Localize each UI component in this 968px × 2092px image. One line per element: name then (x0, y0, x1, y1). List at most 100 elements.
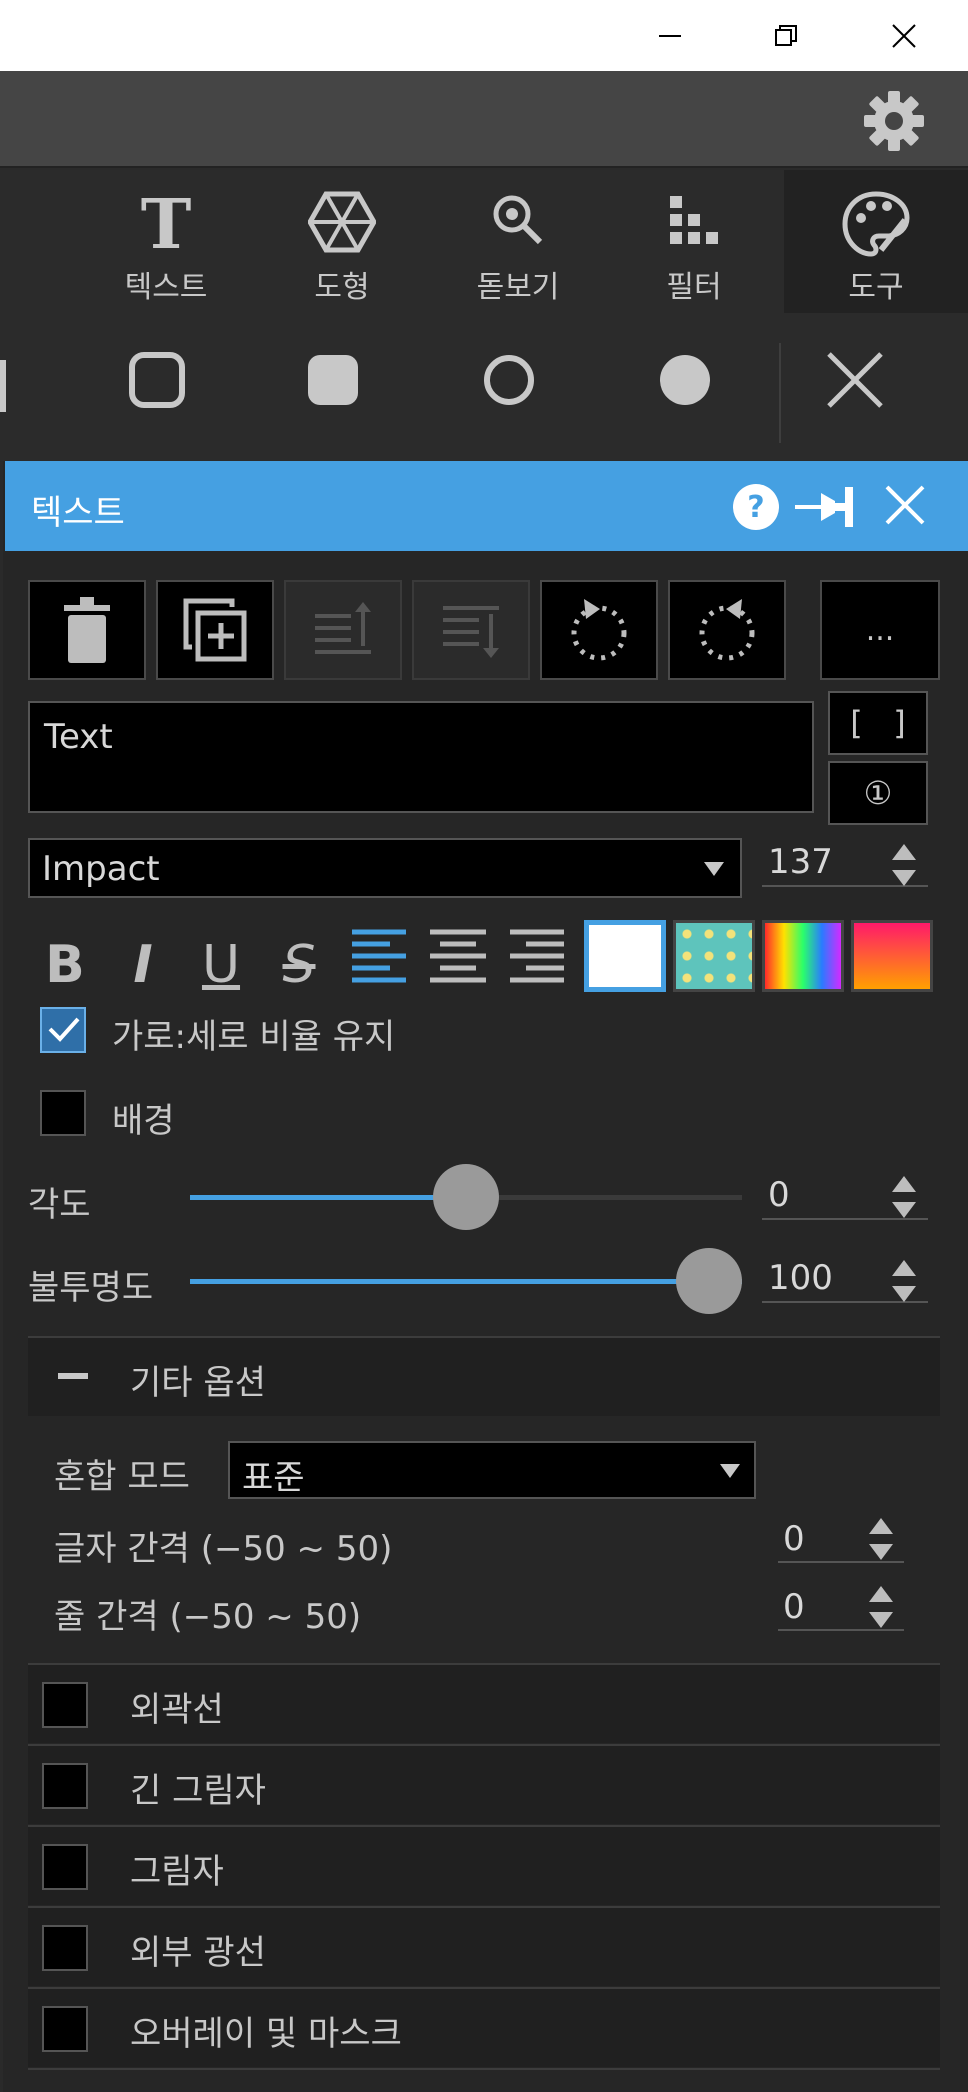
send-backward-button[interactable] (412, 580, 530, 680)
shadow-checkbox[interactable] (42, 1844, 88, 1890)
trash-icon (64, 597, 110, 663)
solid-color-swatch[interactable] (584, 920, 666, 992)
angle-value[interactable]: 0 (768, 1175, 790, 1215)
bold-button[interactable]: B (30, 930, 100, 1000)
other-options-label: 기타 옵션 (130, 1363, 266, 1403)
close-window-button[interactable] (845, 0, 963, 71)
collapse-icon (58, 1373, 88, 1379)
close-shapes-button[interactable] (815, 340, 895, 420)
font-select-value: Impact (42, 849, 160, 889)
rounded-rect-outline-button[interactable] (117, 340, 197, 420)
letter-spacing-stepper-icon[interactable] (866, 1514, 896, 1564)
line-spacing-label: 줄 간격 (−50 ~ 50) (54, 1597, 362, 1637)
other-options-header[interactable]: 기타 옵션 (28, 1336, 940, 1416)
align-center-icon[interactable] (428, 928, 488, 984)
align-right-icon[interactable] (506, 928, 566, 984)
app-window: 지 T 텍스트 도형 돋보기 필터 도구 텍스트 ? (0, 0, 968, 2092)
svg-text:?: ? (747, 490, 764, 525)
long-shadow-checkbox[interactable] (42, 1763, 88, 1809)
opacity-slider-thumb[interactable] (676, 1248, 742, 1314)
minimize-icon (659, 34, 681, 37)
duplicate-icon (183, 598, 247, 662)
tool-palette[interactable]: 도구 (784, 170, 968, 313)
effect-label: 외부 광선 (130, 1933, 266, 1973)
background-checkbox[interactable] (40, 1090, 86, 1136)
text-input-value: Text (44, 717, 113, 757)
letter-spacing-value[interactable]: 0 (783, 1519, 805, 1559)
background-label: 배경 (112, 1101, 175, 1141)
tool-label: 텍스트 (124, 270, 208, 305)
effect-label: 외곽선 (130, 1690, 224, 1730)
tool-label: 도구 (848, 270, 904, 305)
duplicate-button[interactable] (156, 580, 274, 680)
opacity-stepper-icon[interactable] (889, 1256, 919, 1306)
blend-mode-select[interactable]: 표준 (228, 1441, 756, 1499)
gear-icon[interactable] (862, 89, 926, 153)
font-size-value[interactable]: 137 (768, 842, 833, 882)
effect-label: 긴 그림자 (130, 1771, 266, 1811)
keep-ratio-checkbox[interactable] (40, 1007, 86, 1053)
rounded-rect-filled-button[interactable] (293, 340, 373, 420)
effect-row-shadow[interactable]: 그림자 (28, 1825, 940, 1905)
font-size-stepper-icon[interactable] (889, 840, 919, 890)
blend-mode-label: 혼합 모드 (54, 1457, 190, 1497)
title-bar (0, 0, 968, 71)
tool-text[interactable]: T 텍스트 (80, 170, 252, 313)
circle-filled-button[interactable] (645, 340, 725, 420)
angle-slider-thumb[interactable] (433, 1164, 499, 1230)
line-spacing-stepper-icon[interactable] (866, 1582, 896, 1632)
chevron-down-icon (720, 1464, 740, 1478)
outline-checkbox[interactable] (42, 1682, 88, 1728)
line-spacing-value[interactable]: 0 (783, 1587, 805, 1627)
delete-button[interactable] (28, 580, 146, 680)
text-icon: T (141, 190, 192, 254)
italic-button[interactable]: I (108, 930, 178, 1000)
blend-mode-value: 표준 (242, 1458, 305, 1498)
pin-icon[interactable] (795, 483, 859, 531)
overlay-mask-checkbox[interactable] (42, 2006, 88, 2052)
effect-row-outline[interactable]: 외곽선 (28, 1663, 940, 1743)
more-button[interactable]: ... (820, 580, 940, 680)
pattern-swatch[interactable] (673, 920, 755, 992)
effect-row-outer-glow[interactable]: 외부 광선 (28, 1906, 940, 1986)
help-icon[interactable]: ? (732, 483, 780, 531)
tool-filter[interactable]: 필터 (608, 170, 780, 313)
underline-button[interactable]: U (186, 930, 256, 1000)
tool-label: 필터 (666, 270, 722, 305)
circle-outline-button[interactable] (469, 340, 549, 420)
opacity-label: 불투명도 (28, 1268, 154, 1308)
rotate-right-button[interactable] (668, 580, 786, 680)
rotate-left-icon (571, 599, 627, 661)
opacity-value[interactable]: 100 (768, 1258, 833, 1298)
palette-icon (842, 191, 910, 257)
font-select[interactable]: Impact (28, 838, 742, 898)
angle-stepper-icon[interactable] (889, 1172, 919, 1222)
bracket-button[interactable]: [ ] (828, 691, 928, 755)
tool-magnifier[interactable]: 돋보기 (432, 170, 604, 313)
minimize-button[interactable] (611, 0, 729, 71)
chevron-down-icon (704, 862, 724, 876)
keep-ratio-label: 가로:세로 비율 유지 (112, 1017, 396, 1057)
send-backward-icon (443, 606, 499, 658)
rotate-left-button[interactable] (540, 580, 658, 680)
effect-row-overlay-mask[interactable]: 오버레이 및 마스크 (28, 1987, 940, 2067)
effect-label: 오버레이 및 마스크 (130, 2014, 402, 2054)
text-input[interactable]: Text (28, 701, 814, 813)
effect-row-long-shadow[interactable]: 긴 그림자 (28, 1744, 940, 1824)
tool-shape[interactable]: 도형 (256, 170, 428, 313)
restore-button[interactable] (727, 0, 845, 71)
outer-glow-checkbox[interactable] (42, 1925, 88, 1971)
close-icon (892, 23, 916, 48)
opacity-slider-track[interactable] (190, 1279, 742, 1284)
divider (779, 343, 781, 443)
numbering-button[interactable]: ① (828, 761, 928, 825)
strikethrough-button[interactable]: S (264, 930, 334, 1000)
partial-shape[interactable] (0, 360, 6, 412)
filter-icon (670, 196, 718, 244)
align-left-icon[interactable] (350, 928, 410, 984)
bring-forward-button[interactable] (284, 580, 402, 680)
warm-gradient-swatch[interactable] (851, 920, 933, 992)
gradient-swatch[interactable] (762, 920, 844, 992)
close-icon[interactable] (883, 483, 927, 527)
tool-image[interactable]: 지 (0, 170, 56, 313)
